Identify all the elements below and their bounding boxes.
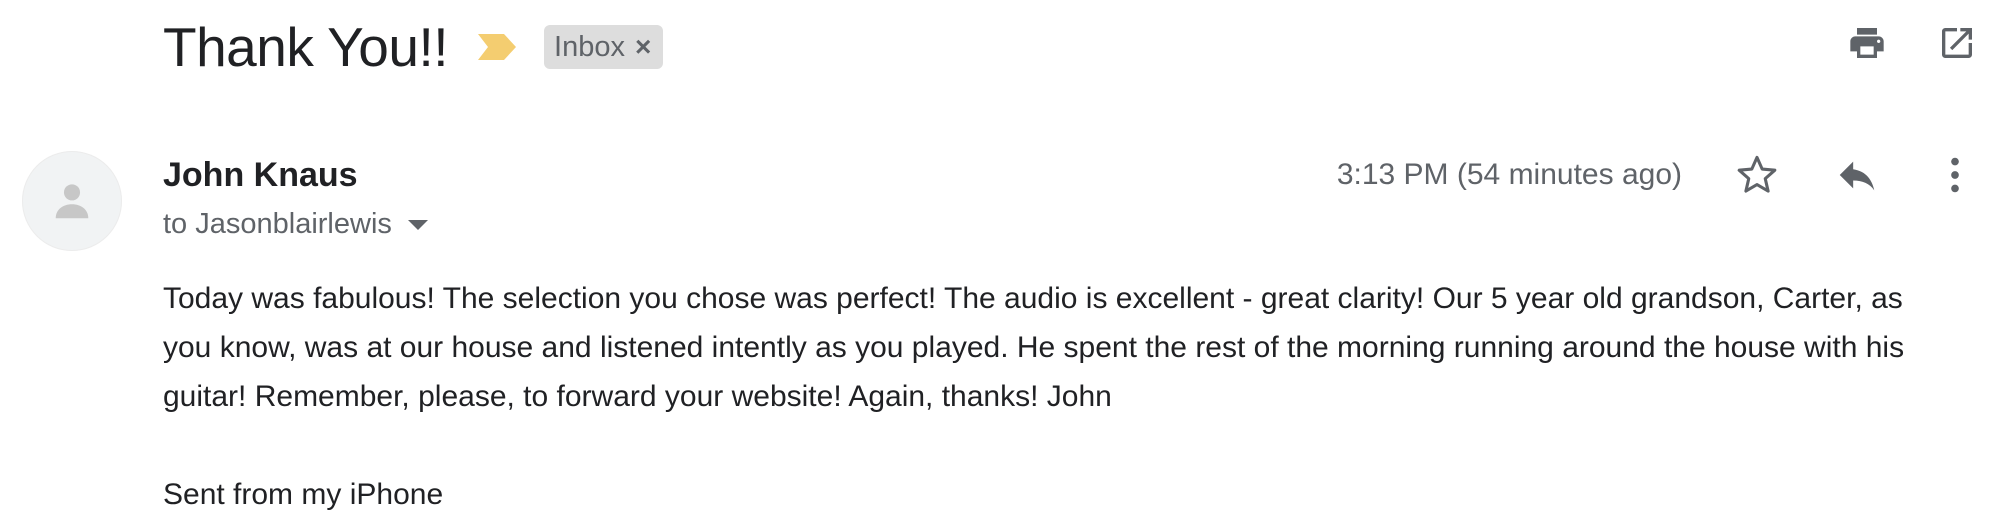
message-timestamp: 3:13 PM (54 minutes ago) [1336, 158, 1682, 191]
star-icon[interactable] [1732, 150, 1782, 200]
reply-icon[interactable] [1832, 150, 1882, 200]
importance-marker-icon[interactable] [476, 31, 520, 63]
email-subject: Thank You!! [163, 15, 449, 78]
label-chip-text: Inbox [554, 30, 625, 63]
recipient-details-toggle[interactable]: to Jasonblairlewis [163, 208, 428, 241]
message-signature: Sent from my iPhone [163, 478, 444, 511]
chevron-down-icon[interactable] [407, 219, 428, 230]
sender-name[interactable]: John Knaus [163, 156, 358, 195]
subject-row: Thank You!! Inbox × [163, 12, 664, 82]
message-body: Today was fabulous! The selection you ch… [163, 274, 1953, 519]
message-body-text: Today was fabulous! The selection you ch… [163, 282, 1905, 413]
sender-avatar[interactable] [22, 151, 122, 251]
open-in-new-window-icon[interactable] [1934, 20, 1980, 66]
more-vertical-icon[interactable] [1930, 150, 1980, 200]
label-chip-inbox[interactable]: Inbox × [544, 25, 664, 69]
default-avatar-icon [55, 184, 89, 219]
recipient-line: to Jasonblairlewis [163, 208, 392, 240]
print-icon[interactable] [1844, 20, 1890, 66]
remove-label-button[interactable]: × [635, 33, 651, 61]
